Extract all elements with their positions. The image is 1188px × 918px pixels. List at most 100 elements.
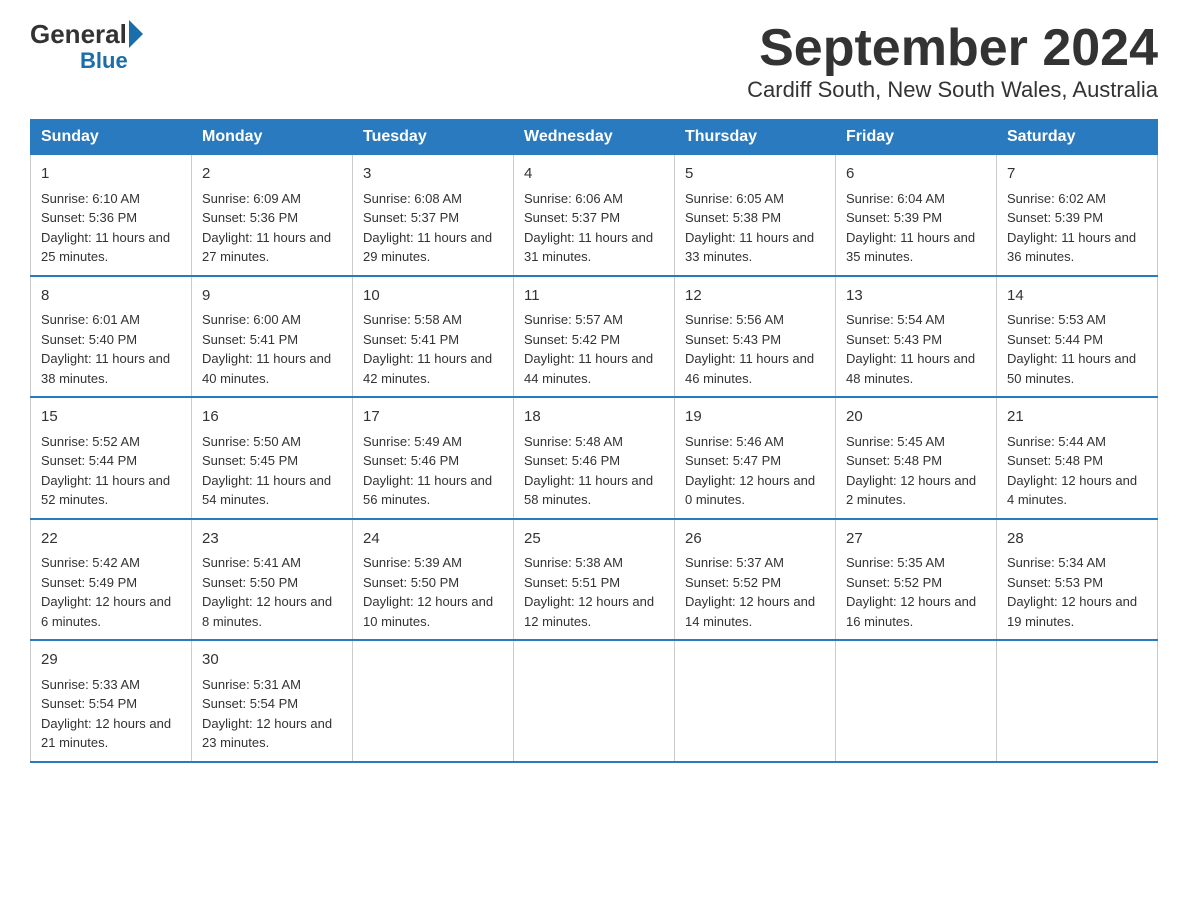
- calendar-cell: [997, 640, 1158, 762]
- day-info: Sunrise: 5:42 AMSunset: 5:49 PMDaylight:…: [41, 553, 181, 631]
- day-info: Sunrise: 5:57 AMSunset: 5:42 PMDaylight:…: [524, 310, 664, 388]
- calendar-cell: 2 Sunrise: 6:09 AMSunset: 5:36 PMDaylight…: [192, 155, 353, 276]
- title-area: September 2024 Cardiff South, New South …: [747, 20, 1158, 103]
- day-info: Sunrise: 5:37 AMSunset: 5:52 PMDaylight:…: [685, 553, 825, 631]
- day-number: 24: [363, 528, 503, 551]
- day-number: 21: [1007, 406, 1147, 429]
- calendar-cell: 22Sunrise: 5:42 AMSunset: 5:49 PMDayligh…: [31, 519, 192, 641]
- day-info: Sunrise: 5:39 AMSunset: 5:50 PMDaylight:…: [363, 553, 503, 631]
- calendar-cell: 26Sunrise: 5:37 AMSunset: 5:52 PMDayligh…: [675, 519, 836, 641]
- day-info: Sunrise: 6:06 AMSunset: 5:37 PMDaylight:…: [524, 189, 664, 267]
- day-number: 9: [202, 285, 342, 308]
- day-number: 28: [1007, 528, 1147, 551]
- day-info: Sunrise: 5:44 AMSunset: 5:48 PMDaylight:…: [1007, 432, 1147, 510]
- day-info: Sunrise: 5:45 AMSunset: 5:48 PMDaylight:…: [846, 432, 986, 510]
- col-friday: Friday: [836, 120, 997, 155]
- calendar-cell: 14Sunrise: 5:53 AMSunset: 5:44 PMDayligh…: [997, 276, 1158, 398]
- day-info: Sunrise: 6:04 AMSunset: 5:39 PMDaylight:…: [846, 189, 986, 267]
- week-row-2: 8Sunrise: 6:01 AMSunset: 5:40 PMDaylight…: [31, 276, 1158, 398]
- day-info: Sunrise: 5:31 AMSunset: 5:54 PMDaylight:…: [202, 675, 342, 753]
- calendar-cell: 4 Sunrise: 6:06 AMSunset: 5:37 PMDaylight…: [514, 155, 675, 276]
- col-sunday: Sunday: [31, 120, 192, 155]
- calendar-cell: 1 Sunrise: 6:10 AMSunset: 5:36 PMDaylight…: [31, 155, 192, 276]
- calendar-cell: 20 Sunrise: 5:45 AMSunset: 5:48 PMDayligh…: [836, 397, 997, 519]
- calendar-cell: 7 Sunrise: 6:02 AMSunset: 5:39 PMDaylight…: [997, 155, 1158, 276]
- day-number: 8: [41, 285, 181, 308]
- day-info: Sunrise: 5:58 AMSunset: 5:41 PMDaylight:…: [363, 310, 503, 388]
- calendar-cell: 8Sunrise: 6:01 AMSunset: 5:40 PMDaylight…: [31, 276, 192, 398]
- week-row-4: 22Sunrise: 5:42 AMSunset: 5:49 PMDayligh…: [31, 519, 1158, 641]
- day-number: 6: [846, 163, 986, 186]
- day-number: 7: [1007, 163, 1147, 186]
- logo-blue-text: Blue: [80, 48, 128, 74]
- day-number: 14: [1007, 285, 1147, 308]
- day-info: Sunrise: 6:05 AMSunset: 5:38 PMDaylight:…: [685, 189, 825, 267]
- calendar-cell: 21 Sunrise: 5:44 AMSunset: 5:48 PMDayligh…: [997, 397, 1158, 519]
- calendar-cell: 12Sunrise: 5:56 AMSunset: 5:43 PMDayligh…: [675, 276, 836, 398]
- day-number: 23: [202, 528, 342, 551]
- day-number: 5: [685, 163, 825, 186]
- logo-arrow-icon: [129, 20, 143, 48]
- calendar-cell: 25Sunrise: 5:38 AMSunset: 5:51 PMDayligh…: [514, 519, 675, 641]
- calendar-cell: 28Sunrise: 5:34 AMSunset: 5:53 PMDayligh…: [997, 519, 1158, 641]
- calendar-cell: 10Sunrise: 5:58 AMSunset: 5:41 PMDayligh…: [353, 276, 514, 398]
- calendar-cell: 19 Sunrise: 5:46 AMSunset: 5:47 PMDayligh…: [675, 397, 836, 519]
- day-info: Sunrise: 6:00 AMSunset: 5:41 PMDaylight:…: [202, 310, 342, 388]
- day-number: 26: [685, 528, 825, 551]
- day-info: Sunrise: 6:10 AMSunset: 5:36 PMDaylight:…: [41, 189, 181, 267]
- calendar-cell: 13Sunrise: 5:54 AMSunset: 5:43 PMDayligh…: [836, 276, 997, 398]
- day-info: Sunrise: 5:56 AMSunset: 5:43 PMDaylight:…: [685, 310, 825, 388]
- col-wednesday: Wednesday: [514, 120, 675, 155]
- day-number: 19: [685, 406, 825, 429]
- calendar-cell: [514, 640, 675, 762]
- day-number: 17: [363, 406, 503, 429]
- day-number: 1: [41, 163, 181, 186]
- col-tuesday: Tuesday: [353, 120, 514, 155]
- day-info: Sunrise: 5:48 AMSunset: 5:46 PMDaylight:…: [524, 432, 664, 510]
- day-info: Sunrise: 6:09 AMSunset: 5:36 PMDaylight:…: [202, 189, 342, 267]
- day-info: Sunrise: 5:52 AMSunset: 5:44 PMDaylight:…: [41, 432, 181, 510]
- calendar-cell: [836, 640, 997, 762]
- day-number: 20: [846, 406, 986, 429]
- day-info: Sunrise: 6:02 AMSunset: 5:39 PMDaylight:…: [1007, 189, 1147, 267]
- calendar-cell: 23Sunrise: 5:41 AMSunset: 5:50 PMDayligh…: [192, 519, 353, 641]
- calendar-cell: 30 Sunrise: 5:31 AMSunset: 5:54 PMDayligh…: [192, 640, 353, 762]
- day-info: Sunrise: 6:08 AMSunset: 5:37 PMDaylight:…: [363, 189, 503, 267]
- day-number: 22: [41, 528, 181, 551]
- calendar-cell: 16Sunrise: 5:50 AMSunset: 5:45 PMDayligh…: [192, 397, 353, 519]
- calendar-cell: 3 Sunrise: 6:08 AMSunset: 5:37 PMDaylight…: [353, 155, 514, 276]
- day-number: 2: [202, 163, 342, 186]
- day-info: Sunrise: 5:53 AMSunset: 5:44 PMDaylight:…: [1007, 310, 1147, 388]
- day-info: Sunrise: 5:41 AMSunset: 5:50 PMDaylight:…: [202, 553, 342, 631]
- calendar-cell: 29Sunrise: 5:33 AMSunset: 5:54 PMDayligh…: [31, 640, 192, 762]
- calendar-location: Cardiff South, New South Wales, Australi…: [747, 77, 1158, 103]
- day-number: 10: [363, 285, 503, 308]
- day-number: 3: [363, 163, 503, 186]
- day-number: 27: [846, 528, 986, 551]
- day-number: 12: [685, 285, 825, 308]
- day-info: Sunrise: 5:54 AMSunset: 5:43 PMDaylight:…: [846, 310, 986, 388]
- calendar-table: Sunday Monday Tuesday Wednesday Thursday…: [30, 119, 1158, 763]
- week-row-1: 1 Sunrise: 6:10 AMSunset: 5:36 PMDaylight…: [31, 155, 1158, 276]
- day-number: 4: [524, 163, 664, 186]
- day-info: Sunrise: 5:35 AMSunset: 5:52 PMDaylight:…: [846, 553, 986, 631]
- day-number: 18: [524, 406, 664, 429]
- col-thursday: Thursday: [675, 120, 836, 155]
- week-row-5: 29Sunrise: 5:33 AMSunset: 5:54 PMDayligh…: [31, 640, 1158, 762]
- day-info: Sunrise: 5:46 AMSunset: 5:47 PMDaylight:…: [685, 432, 825, 510]
- page-header: General Blue September 2024 Cardiff Sout…: [30, 20, 1158, 103]
- day-info: Sunrise: 5:49 AMSunset: 5:46 PMDaylight:…: [363, 432, 503, 510]
- logo: General Blue: [30, 20, 143, 74]
- calendar-cell: 11Sunrise: 5:57 AMSunset: 5:42 PMDayligh…: [514, 276, 675, 398]
- calendar-header-row: Sunday Monday Tuesday Wednesday Thursday…: [31, 120, 1158, 155]
- calendar-cell: 9Sunrise: 6:00 AMSunset: 5:41 PMDaylight…: [192, 276, 353, 398]
- col-saturday: Saturday: [997, 120, 1158, 155]
- day-number: 30: [202, 649, 342, 672]
- day-number: 25: [524, 528, 664, 551]
- calendar-title: September 2024: [747, 20, 1158, 77]
- day-number: 29: [41, 649, 181, 672]
- day-number: 13: [846, 285, 986, 308]
- calendar-cell: 18 Sunrise: 5:48 AMSunset: 5:46 PMDayligh…: [514, 397, 675, 519]
- calendar-cell: 15Sunrise: 5:52 AMSunset: 5:44 PMDayligh…: [31, 397, 192, 519]
- calendar-cell: 5 Sunrise: 6:05 AMSunset: 5:38 PMDaylight…: [675, 155, 836, 276]
